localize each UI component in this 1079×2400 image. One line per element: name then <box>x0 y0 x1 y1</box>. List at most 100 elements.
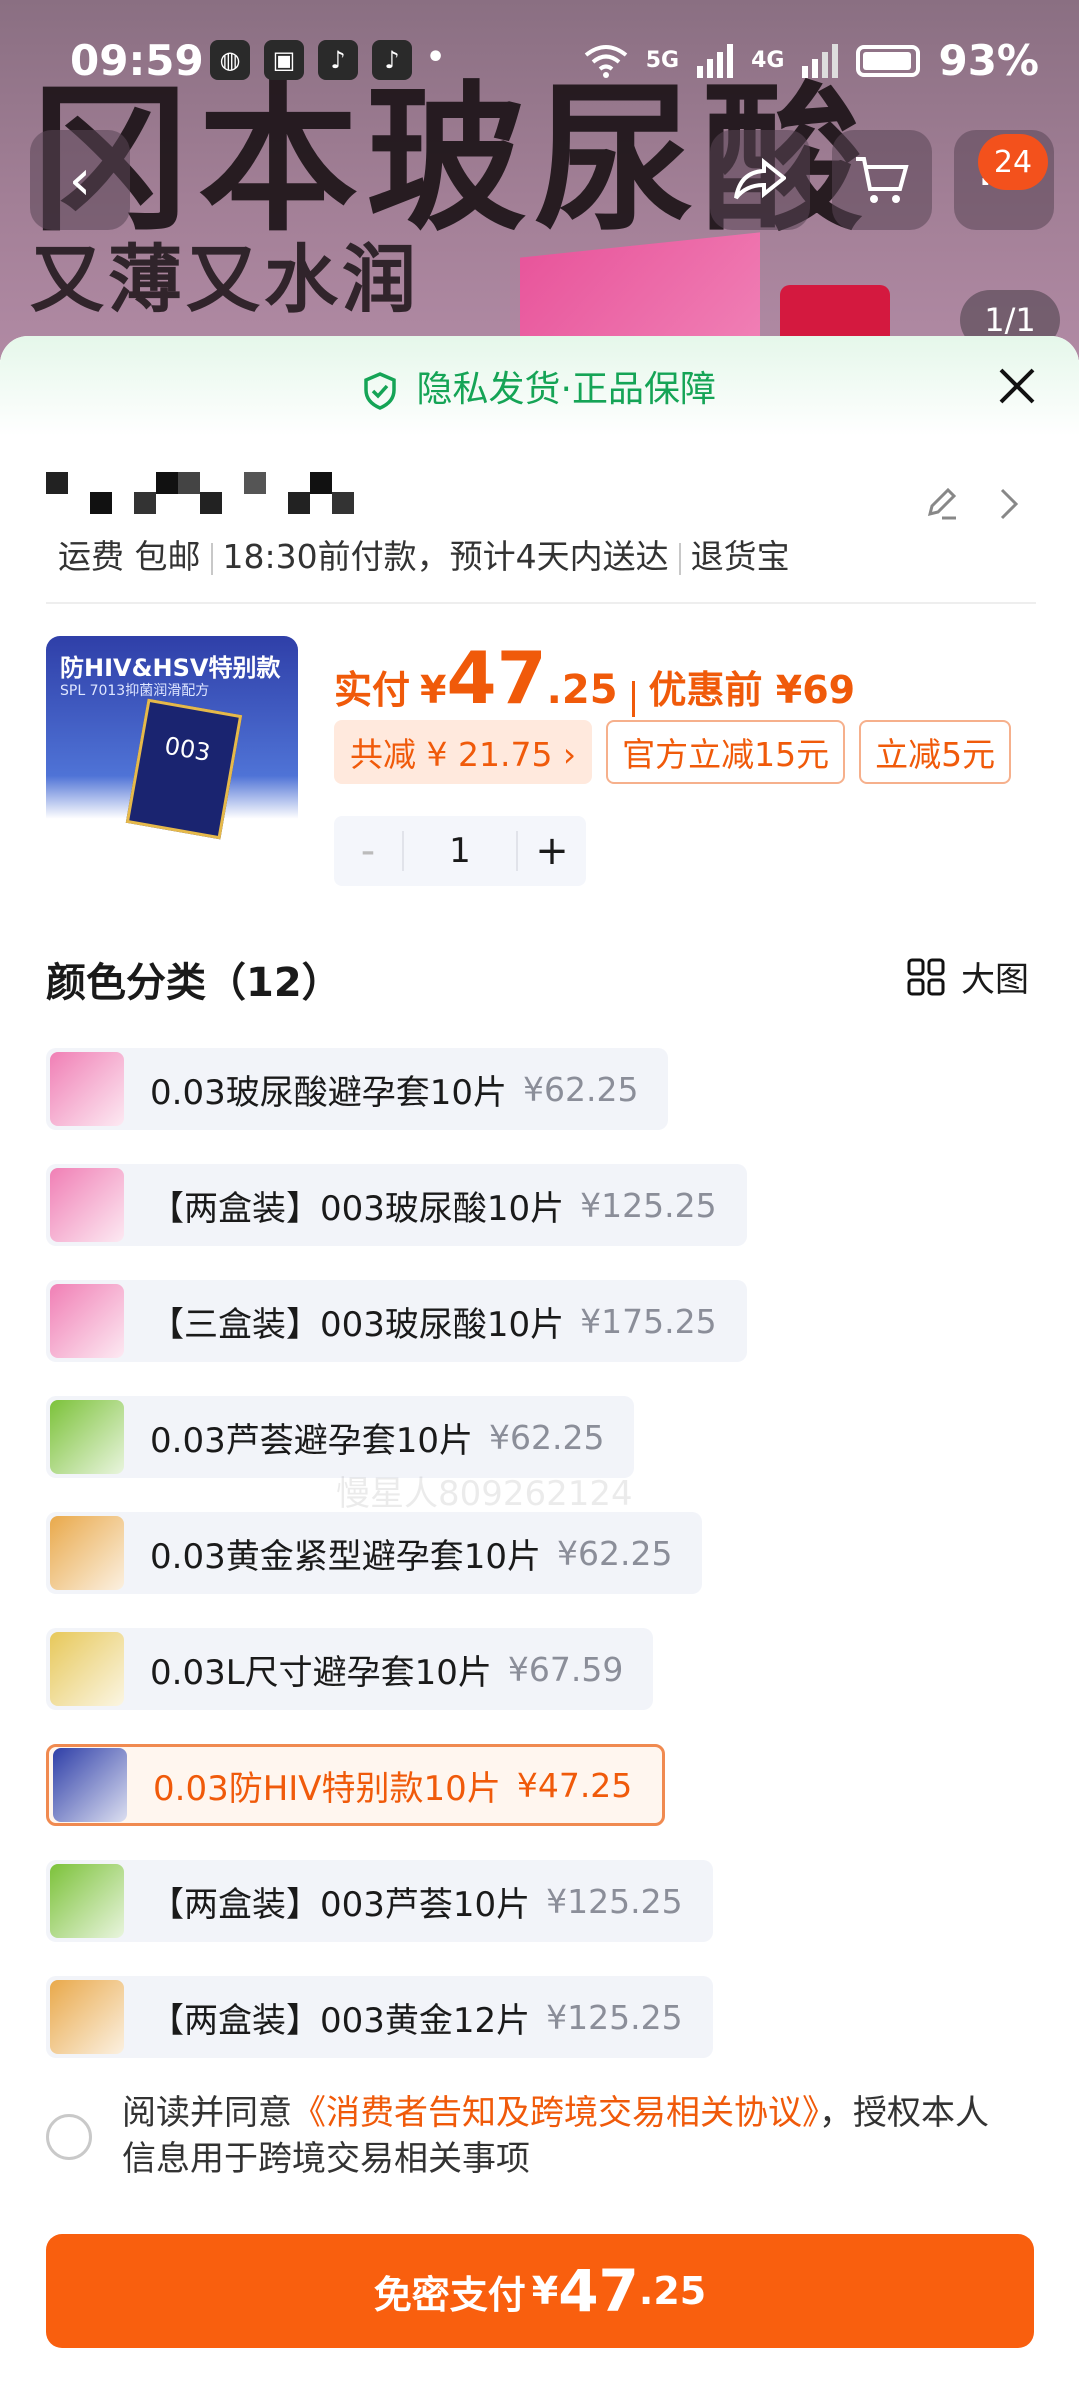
variant-option[interactable]: 0.03L尺寸避孕套10片 ¥67.59 <box>46 1628 654 1710</box>
variant-price: ¥47.25 <box>516 1765 633 1805</box>
status-app-icons: ◍ ▣ ♪ ♪ • <box>210 40 445 80</box>
price-integer: 47 <box>446 636 547 720</box>
share-button[interactable] <box>710 130 810 230</box>
variant-thumbnail <box>50 1516 124 1590</box>
increment-button[interactable]: + <box>518 828 586 874</box>
agreement-link[interactable]: 《消费者告知及跨境交易相关协议》 <box>292 2093 819 2133</box>
variant-name: 0.03黄金紧型避孕套10片 <box>150 1536 541 1577</box>
variant-price: ¥175.25 <box>580 1301 717 1341</box>
variant-option[interactable]: 0.03黄金紧型避孕套10片 ¥62.25 <box>46 1512 703 1594</box>
chevron-right-icon[interactable] <box>994 484 1024 524</box>
variant-thumbnail <box>50 1980 124 2054</box>
cart-icon <box>856 157 909 203</box>
divider <box>46 602 1036 604</box>
pay-button[interactable]: 免密支付 ¥47.25 <box>46 2234 1034 2348</box>
delivery-estimate: 18:30前付款，预计4天内送达 <box>222 537 669 576</box>
guarantee-text: 隐私发货·正品保障 <box>416 369 716 410</box>
price-decimal: .25 <box>546 667 618 713</box>
agreement-prefix: 阅读并同意 <box>122 2093 292 2133</box>
variant-option[interactable]: 【两盒装】003芦荟10片 ¥125.25 <box>46 1860 713 1942</box>
product-thumbnail[interactable]: 防HIV&HSV特别款 SPL 7013抑菌润滑配方 003 <box>46 636 298 890</box>
variant-price: ¥62.25 <box>488 1417 605 1457</box>
original-price: 优惠前 ¥69 <box>648 668 856 712</box>
variant-price: ¥62.25 <box>556 1533 673 1573</box>
status-right: 5G 4G 93% <box>584 36 1039 85</box>
tiktok-icon-2: ♪ <box>372 40 412 80</box>
tiktok-icon: ♪ <box>318 40 358 80</box>
variant-name: 【两盒装】003芦荟10片 <box>150 1884 531 1925</box>
variant-name: 【两盒装】003玻尿酸10片 <box>150 1188 565 1229</box>
total-discount-chip[interactable]: 共减 ¥ 21.75 › <box>334 720 593 784</box>
variant-name: 【三盒装】003玻尿酸10片 <box>150 1304 565 1345</box>
edit-icon[interactable] <box>922 484 962 524</box>
variant-price: ¥62.25 <box>522 1069 639 1109</box>
variant-option[interactable]: 【两盒装】003黄金12片 ¥125.25 <box>46 1976 713 2058</box>
address-mosaic <box>46 472 354 514</box>
shield-check-icon <box>364 372 396 410</box>
app-icon: ▣ <box>264 40 304 80</box>
quantity-value[interactable]: 1 <box>402 831 518 871</box>
thumbnail-title: 防HIV&HSV特别款 <box>60 654 281 682</box>
variant-thumbnail <box>53 1748 127 1822</box>
agreement-checkbox[interactable] <box>46 2114 92 2160</box>
variant-price: ¥125.25 <box>546 1881 683 1921</box>
variant-thumbnail <box>50 1168 124 1242</box>
variant-thumbnail <box>50 1632 124 1706</box>
variant-thumbnail <box>50 1052 124 1126</box>
close-button[interactable] <box>995 364 1039 408</box>
product-banner: 冈本玻尿酸 又薄又水润 09:59 ◍ ▣ ♪ ♪ • 5G 4G 93% ‹ … <box>0 0 1079 360</box>
grid-icon <box>907 958 945 995</box>
more-dot-icon: • <box>426 40 446 75</box>
variant-name: 0.03芦荟避孕套10片 <box>150 1420 473 1461</box>
battery-icon <box>856 44 921 77</box>
variant-price: ¥67.59 <box>507 1649 624 1689</box>
thumbnail-box: 003 <box>125 698 243 840</box>
variant-thumbnail <box>50 1284 124 1358</box>
variant-option[interactable]: 【两盒装】003玻尿酸10片 ¥125.25 <box>46 1164 747 1246</box>
pay-label: 免密支付 <box>373 2272 526 2317</box>
variant-name: 【两盒装】003黄金12片 <box>150 2000 531 2041</box>
signal-icon-2 <box>802 43 839 78</box>
variant-price: ¥125.25 <box>580 1185 717 1225</box>
variant-name: 0.03玻尿酸避孕套10片 <box>150 1072 507 1113</box>
network-4g-label: 4G <box>751 48 785 73</box>
variant-name: 0.03L尺寸避孕套10片 <box>150 1652 492 1693</box>
final-price-label: 实付 <box>334 668 411 712</box>
pay-currency: ¥ <box>531 2269 559 2313</box>
variant-name: 0.03防HIV特别款10片 <box>153 1768 501 1809</box>
variant-thumbnail <box>50 1864 124 1938</box>
privacy-guarantee: 隐私发货·正品保障 <box>0 360 1079 412</box>
pay-integer: 47 <box>558 2257 639 2325</box>
return-insurance: 退货宝 <box>690 537 790 576</box>
banner-subtitle: 又薄又水润 <box>30 237 420 323</box>
decrement-button[interactable]: - <box>334 828 402 874</box>
sheet-header: 隐私发货·正品保障 <box>0 336 1079 436</box>
instant-discount-chip: 立减5元 <box>859 720 1012 784</box>
back-button[interactable]: ‹ <box>30 130 130 230</box>
shipping-fee: 运费 包邮 <box>58 537 201 576</box>
shipping-info: 运费 包邮 18:30前付款，预计4天内送达 退货宝 <box>58 530 790 578</box>
status-bar: 09:59 ◍ ▣ ♪ ♪ • 5G 4G 93% <box>0 30 1079 94</box>
wechat-icon: ◍ <box>210 40 250 80</box>
big-image-toggle[interactable]: 大图 <box>907 952 1029 1001</box>
battery-percent: 93% <box>938 36 1039 85</box>
cart-count-badge: 24 <box>978 134 1048 190</box>
quantity-stepper: - 1 + <box>334 816 586 886</box>
variant-thumbnail <box>50 1400 124 1474</box>
variant-option[interactable]: 0.03防HIV特别款10片 ¥47.25 <box>46 1744 666 1826</box>
price-row: 实付 ¥47.25 优惠前 ¥69 <box>334 636 855 720</box>
currency-symbol: ¥ <box>420 668 447 712</box>
wifi-icon <box>584 44 627 78</box>
variant-price: ¥125.25 <box>546 1997 683 2037</box>
thumbnail-subtitle: SPL 7013抑菌润滑配方 <box>60 683 210 699</box>
agreement-text: 阅读并同意《消费者告知及跨境交易相关协议》，授权本人信息用于跨境交易相关事项 <box>122 2090 1022 2182</box>
pay-decimal: .25 <box>638 2269 707 2313</box>
cart-button[interactable] <box>832 130 932 230</box>
variant-option[interactable]: 【三盒装】003玻尿酸10片 ¥175.25 <box>46 1280 747 1362</box>
discount-chips: 共减 ¥ 21.75 › 官方立减15元 立减5元 <box>334 720 1012 784</box>
share-icon <box>734 158 786 200</box>
variant-option[interactable]: 0.03玻尿酸避孕套10片 ¥62.25 <box>46 1048 669 1130</box>
official-discount-chip: 官方立减15元 <box>606 720 846 784</box>
status-time: 09:59 <box>70 36 204 85</box>
network-5g-label: 5G <box>645 48 680 73</box>
